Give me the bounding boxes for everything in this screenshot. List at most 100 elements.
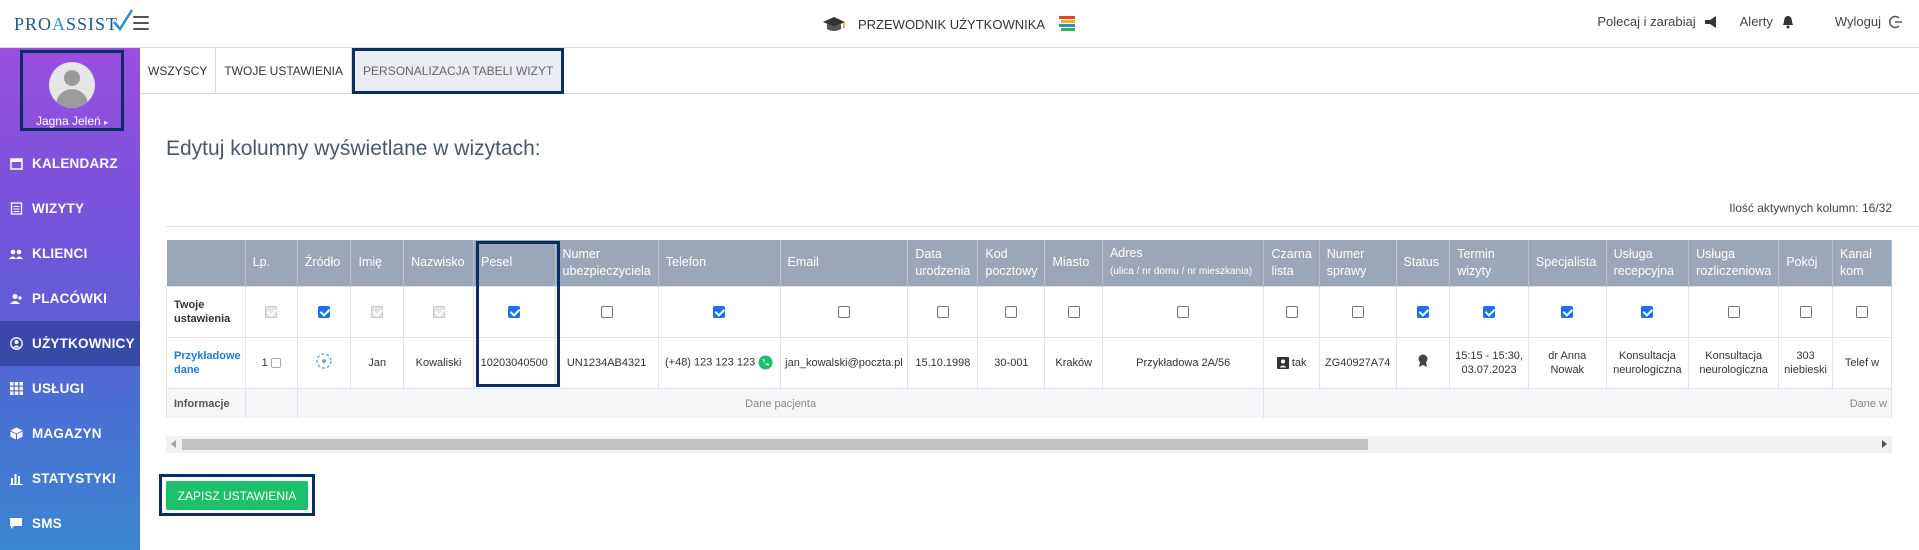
- sample-row-label: Przykładowe dane: [166, 336, 246, 389]
- column-checkbox[interactable]: [318, 305, 331, 318]
- column-header: Imię: [350, 240, 405, 286]
- cell-urodzenie: 15.10.1998: [907, 336, 979, 389]
- sidebar-item-statystyki[interactable]: STATYSTYKI: [0, 456, 140, 501]
- column-header: Nazwisko: [403, 240, 474, 286]
- cell-lp: 1: [244, 336, 298, 389]
- column-checkbox[interactable]: [1351, 305, 1364, 318]
- info-row-label: Informacje: [166, 387, 246, 418]
- grid-icon: [9, 382, 23, 396]
- column-header: Data urodzenia: [907, 240, 979, 286]
- column-header: Kod pocztowy: [977, 240, 1046, 286]
- logout-label: Wyloguj: [1834, 14, 1881, 29]
- status-badge-icon: [1418, 354, 1428, 367]
- user-circle-icon: [9, 337, 23, 351]
- tab-twoje-ustawienia[interactable]: TWOJE USTAWIENIA: [216, 48, 353, 93]
- scroll-left-icon[interactable]: [171, 440, 176, 448]
- column-checkbox[interactable]: [432, 305, 445, 318]
- cell-usluga-recepcyjna: Konsultacja neurologiczna: [1605, 336, 1690, 389]
- cell-pokoj: 303 niebieski: [1778, 336, 1833, 389]
- column-checkbox[interactable]: [1799, 305, 1812, 318]
- cell-kod: 30-001: [977, 336, 1046, 389]
- user-guide-label: PRZEWODNIK UŻYTKOWNIKA: [858, 16, 1046, 32]
- logout-link[interactable]: Wyloguj: [1835, 14, 1903, 29]
- phone-call-icon[interactable]: [758, 355, 773, 370]
- column-header: Kanał kom: [1832, 240, 1892, 286]
- sidebar-item-wizyty[interactable]: WIZYTY: [0, 186, 140, 231]
- cell-imie: Jan: [350, 336, 405, 389]
- sample-row: Przykładowe dane 1 Jan Kowaliski 1020304…: [166, 336, 1892, 389]
- blacklist-icon: [1276, 356, 1289, 369]
- refer-link[interactable]: Polecaj i zarabiaj: [1597, 14, 1717, 29]
- books-icon: [1059, 16, 1076, 31]
- column-checkbox[interactable]: [265, 305, 278, 318]
- column-header: Usługa recepcyjna: [1606, 240, 1690, 286]
- column-header: Specjalista: [1528, 240, 1607, 286]
- column-checkbox[interactable]: [600, 305, 613, 318]
- user-guide-link[interactable]: PRZEWODNIK UŻYTKOWNIKA: [822, 12, 1077, 36]
- settings-row-label: Twoje ustawienia: [166, 285, 246, 338]
- document-icon: [9, 202, 23, 216]
- column-checkbox[interactable]: [1177, 305, 1190, 318]
- chat-icon: [9, 517, 23, 531]
- row-select-checkbox[interactable]: [270, 357, 281, 368]
- sidebar-item-magazyn[interactable]: MAGAZYN: [0, 411, 140, 456]
- column-checkbox[interactable]: [936, 305, 949, 318]
- column-checkbox[interactable]: [1005, 305, 1018, 318]
- column-checkbox[interactable]: [1727, 305, 1740, 318]
- checkmark-logo-icon: [113, 9, 134, 32]
- sidebar-item-kalendarz[interactable]: KALENDARZ: [0, 141, 140, 186]
- bell-icon: [1782, 15, 1793, 28]
- divider: [166, 226, 1919, 227]
- column-checkbox[interactable]: [1641, 305, 1654, 318]
- pesel-checkbox[interactable]: [508, 305, 521, 318]
- menu-toggle-icon[interactable]: [133, 16, 149, 30]
- cell-telefon: (+48) 123 123 123: [657, 336, 781, 389]
- calendar-icon: [9, 157, 23, 171]
- column-checkbox[interactable]: [1483, 305, 1496, 318]
- scroll-right-icon[interactable]: [1882, 440, 1887, 448]
- logo[interactable]: PROASSIST: [14, 8, 134, 40]
- column-header: Pokój: [1778, 240, 1833, 286]
- active-columns-count: Ilość aktywnych kolumn: 16/32: [1729, 201, 1892, 215]
- column-header: Źródło: [297, 240, 352, 286]
- user-profile[interactable]: Jagna Jeleń ▸: [20, 50, 124, 131]
- patient-data-group: Dane pacjenta: [296, 387, 1265, 418]
- source-icon: [316, 352, 332, 369]
- column-header: Email: [780, 240, 909, 286]
- column-checkbox[interactable]: [837, 305, 850, 318]
- cell-miasto: Kraków: [1044, 336, 1103, 389]
- column-header: Pesel: [473, 240, 556, 286]
- cell-specjalista: dr Anna Nowak: [1527, 336, 1607, 389]
- column-checkbox[interactable]: [1067, 305, 1080, 318]
- column-checkbox[interactable]: [1416, 305, 1429, 318]
- alerts-link[interactable]: Alerty: [1740, 14, 1795, 29]
- column-checkbox[interactable]: [371, 305, 384, 318]
- column-header: Usługa rozliczeniowa: [1688, 240, 1780, 286]
- column-header: Lp.: [245, 240, 298, 286]
- columns-table-container: Lp. Źródło Imię Nazwisko Pesel Numer ube…: [166, 240, 1892, 418]
- sidebar-item-placowki[interactable]: PLACÓWKI: [0, 276, 140, 321]
- tab-personalizacja[interactable]: PERSONALIZACJA TABELI WIZYT: [352, 48, 565, 94]
- sidebar-item-klienci[interactable]: KLIENCI: [0, 231, 140, 276]
- sidebar-nav: KALENDARZ WIZYTY KLIENCI PLACÓWKI UŻYTKO…: [0, 141, 140, 546]
- column-checkbox[interactable]: [1855, 305, 1868, 318]
- save-settings-button[interactable]: ZAPISZ USTAWIENIA: [166, 481, 308, 510]
- tab-wszyscy[interactable]: WSZYSCY: [140, 48, 217, 93]
- column-checkbox[interactable]: [1561, 305, 1574, 318]
- column-checkbox[interactable]: [1285, 305, 1298, 318]
- settings-row: Twoje ustawienia: [166, 285, 1892, 338]
- sidebar-item-uzytkownicy[interactable]: UŻYTKOWNICY: [0, 321, 140, 366]
- tab-bar: WSZYSCY TWOJE USTAWIENIA PERSONALIZACJA …: [140, 48, 1919, 94]
- column-header: Miasto: [1044, 240, 1103, 286]
- info-row: Informacje Dane pacjenta Dane w: [166, 387, 1892, 418]
- users-icon: [9, 247, 23, 261]
- horizontal-scrollbar[interactable]: [166, 436, 1892, 453]
- column-header: Numer ubezpieczyciela: [555, 240, 659, 286]
- column-checkbox[interactable]: [713, 305, 726, 318]
- user-plus-icon: [9, 292, 23, 306]
- sidebar-item-uslugi[interactable]: USŁUGI: [0, 366, 140, 411]
- sidebar-item-sms[interactable]: SMS: [0, 501, 140, 546]
- graduation-cap-icon: [823, 17, 845, 31]
- scroll-thumb[interactable]: [182, 439, 1368, 450]
- cell-nazwisko: Kowaliski: [403, 336, 474, 389]
